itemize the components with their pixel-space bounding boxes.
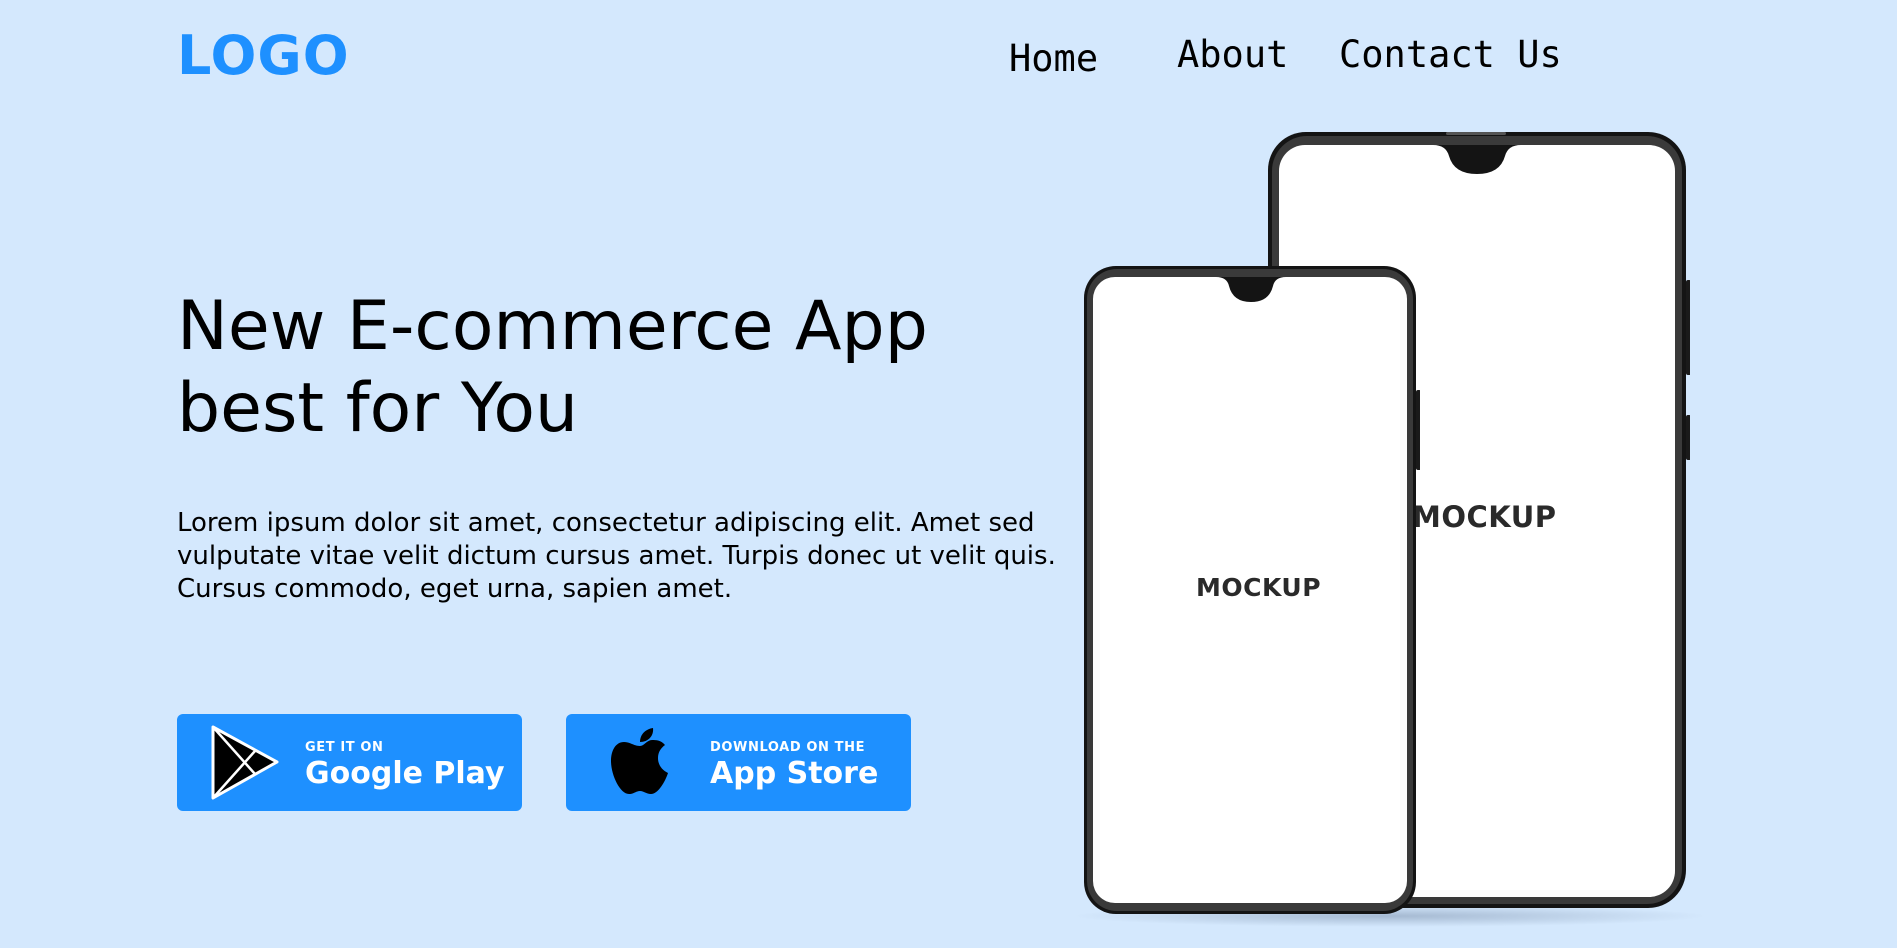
nav-link-contact[interactable]: Contact Us — [1339, 30, 1562, 80]
mockup-label-back: MOCKUP — [1412, 500, 1557, 534]
mockup-label-front: MOCKUP — [1196, 573, 1322, 602]
phone-mockup-front: MOCKUP — [1082, 264, 1421, 917]
hero-headline-line2: best for You — [177, 369, 579, 448]
apple-icon — [611, 728, 668, 794]
google-play-label: Google Play — [305, 756, 505, 791]
main-nav: Home About Contact Us — [0, 30, 1897, 80]
hero-headline-line1: New E-commerce App — [177, 287, 928, 366]
hero-description: Lorem ipsum dolor sit amet, consectetur … — [177, 508, 1056, 604]
nav-link-about[interactable]: About — [1177, 30, 1288, 80]
google-play-icon — [211, 725, 279, 800]
hero-headline: New E-commerce App best for You — [177, 286, 997, 450]
google-play-button[interactable]: GET IT ON Google Play — [177, 714, 522, 811]
nav-link-home[interactable]: Home — [1009, 34, 1098, 84]
app-store-button[interactable]: DOWNLOAD ON THE App Store — [566, 714, 911, 811]
app-store-caption: DOWNLOAD ON THE — [710, 740, 866, 755]
app-store-label: App Store — [710, 756, 879, 791]
google-play-caption: GET IT ON — [305, 740, 384, 755]
